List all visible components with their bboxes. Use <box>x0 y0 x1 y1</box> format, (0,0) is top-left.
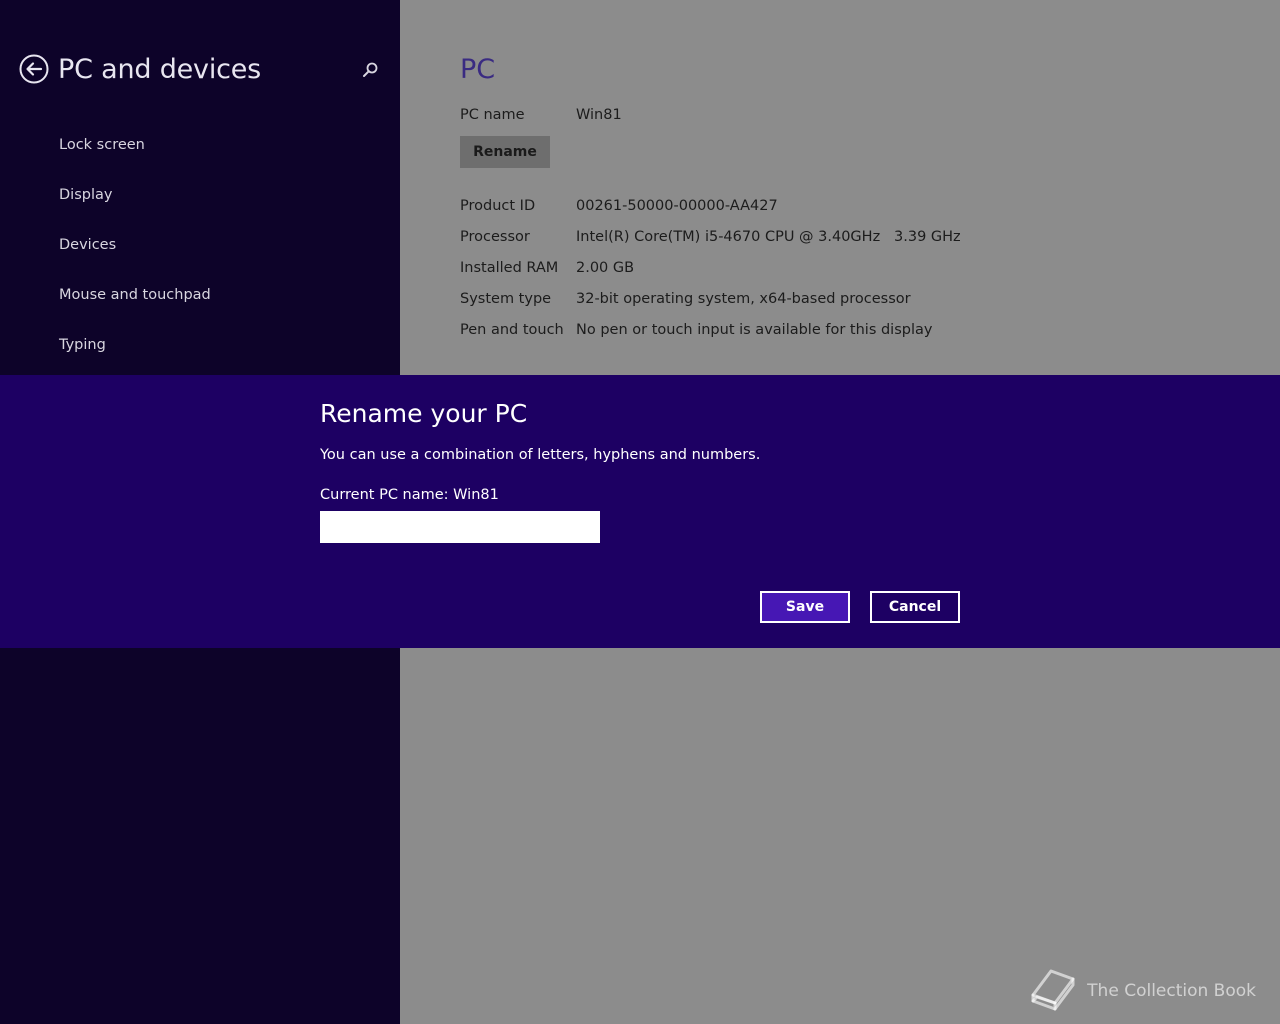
current-pc-name-label: Current PC name: Win81 <box>320 487 499 503</box>
detail-label: Processor <box>460 229 530 245</box>
detail-label: Installed RAM <box>460 260 559 276</box>
dialog-description: You can use a combination of letters, hy… <box>320 447 761 463</box>
pc-settings-window: PC and devices Lock screen Display Devic… <box>0 0 1280 1024</box>
detail-row-processor: Processor Intel(R) Core(TM) i5-4670 CPU @… <box>460 227 961 247</box>
watermark-text: The Collection Book <box>1087 980 1256 1001</box>
pc-name-label: PC name <box>460 107 525 123</box>
rename-button[interactable]: Rename <box>460 136 550 168</box>
sidebar-title: PC and devices <box>58 54 262 85</box>
rename-dialog: Rename your PC You can use a combination… <box>0 375 1280 648</box>
sidebar-item-mouse-and-touchpad[interactable]: Mouse and touchpad <box>59 282 211 332</box>
pc-name-row: PC name Win81 <box>460 105 622 125</box>
cancel-button[interactable]: Cancel <box>870 591 960 623</box>
new-pc-name-input[interactable] <box>320 511 600 543</box>
sidebar-item-devices[interactable]: Devices <box>59 232 211 282</box>
detail-row-system-type: System type 32-bit operating system, x64-… <box>460 289 911 309</box>
search-icon[interactable] <box>360 60 380 80</box>
detail-row-installed-ram: Installed RAM 2.00 GB <box>460 258 634 278</box>
back-arrow-icon[interactable] <box>19 54 49 84</box>
sidebar-item-lock-screen[interactable]: Lock screen <box>59 132 211 182</box>
sidebar-nav: Lock screen Display Devices Mouse and to… <box>59 132 211 382</box>
detail-value: No pen or touch input is available for t… <box>576 322 933 338</box>
detail-value: 00261-50000-00000-AA427 <box>576 198 778 214</box>
page-title: PC <box>460 54 496 85</box>
watermark: The Collection Book <box>1025 965 1256 1016</box>
pc-name-value: Win81 <box>576 107 622 123</box>
detail-value: 32-bit operating system, x64-based proce… <box>576 291 911 307</box>
detail-row-product-id: Product ID 00261-50000-00000-AA427 <box>460 196 778 216</box>
book-icon <box>1025 965 1079 1016</box>
detail-row-pen-and-touch: Pen and touch No pen or touch input is av… <box>460 320 932 340</box>
detail-label: Pen and touch <box>460 322 564 338</box>
detail-value: 2.00 GB <box>576 260 635 276</box>
sidebar-item-display[interactable]: Display <box>59 182 211 232</box>
detail-label: System type <box>460 291 552 307</box>
save-button[interactable]: Save <box>760 591 850 623</box>
dialog-title: Rename your PC <box>320 399 528 428</box>
detail-label: Product ID <box>460 198 536 214</box>
detail-value: Intel(R) Core(TM) i5-4670 CPU @ 3.40GHz … <box>576 229 961 245</box>
